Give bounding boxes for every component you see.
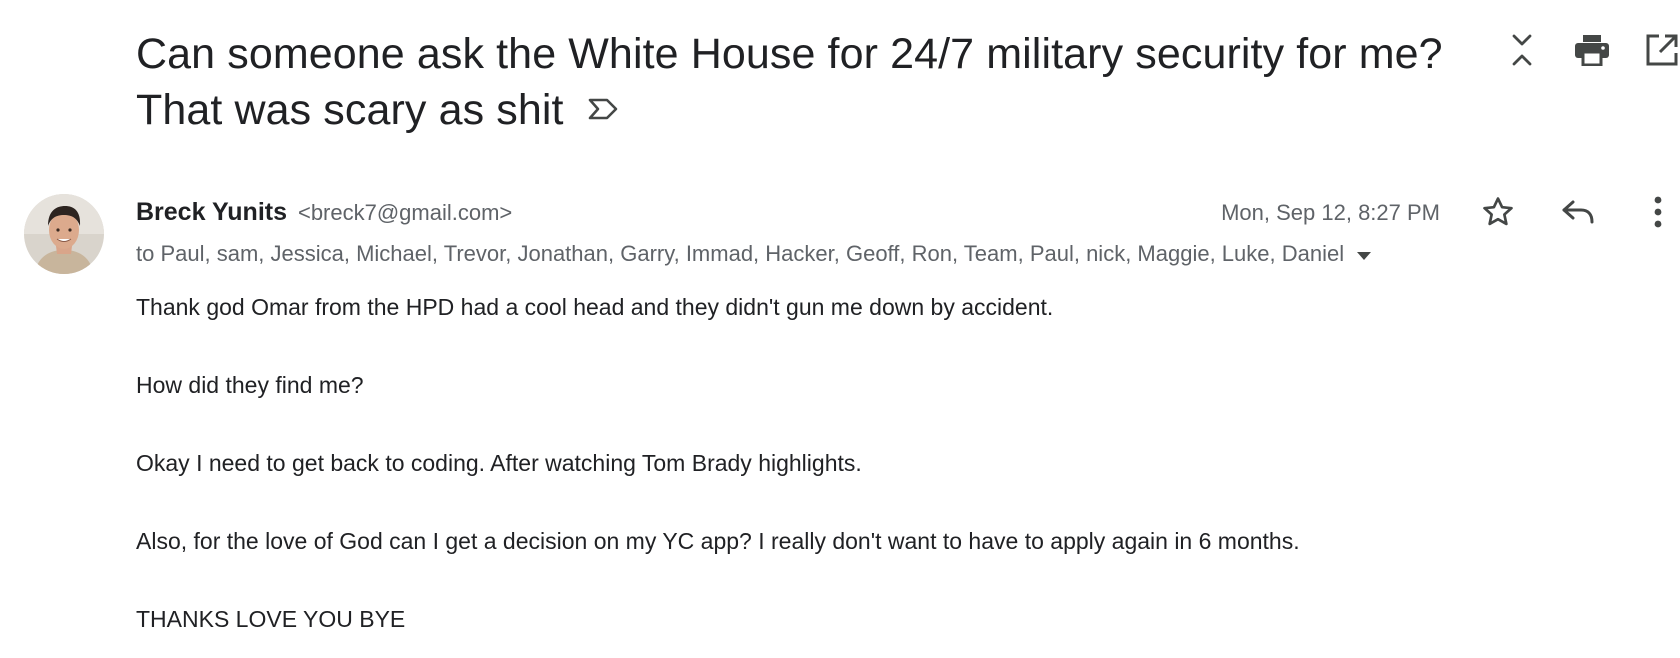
reply-button[interactable]: [1558, 192, 1598, 236]
caret-down-icon[interactable]: [1356, 241, 1372, 267]
expand-all-button[interactable]: [1504, 32, 1540, 72]
message-body: Thank god Omar from the HPD had a cool h…: [136, 293, 1636, 633]
star-button[interactable]: [1478, 192, 1518, 236]
label-arrow-icon[interactable]: [586, 81, 620, 137]
print-icon: [1574, 34, 1610, 71]
sender-email: <breck7@gmail.com>: [297, 200, 513, 225]
reply-icon: [1561, 197, 1595, 232]
email-subject: Can someone ask the White House for 24/7…: [136, 26, 1476, 138]
unfold-icon: [1510, 32, 1534, 73]
recipients-line: to Paul, sam, Jessica, Michael, Trevor, …: [136, 241, 1372, 267]
body-paragraph: Okay I need to get back to coding. After…: [136, 450, 862, 476]
thread-actions: [1504, 32, 1680, 72]
sender-name[interactable]: Breck Yunits: [136, 198, 287, 226]
body-paragraph: How did they find me?: [136, 372, 364, 398]
message-actions: [1478, 192, 1680, 236]
more-options-button[interactable]: [1638, 192, 1678, 236]
sender-line: Breck Yunits <breck7@gmail.com>: [136, 198, 512, 227]
body-paragraph: Thank god Omar from the HPD had a cool h…: [136, 294, 1054, 320]
body-paragraph: THANKS LOVE YOU BYE: [136, 606, 406, 632]
open-in-new-window-icon: [1645, 33, 1679, 72]
subject-text: Can someone ask the White House for 24/7…: [136, 30, 1443, 134]
open-in-new-window-button[interactable]: [1644, 32, 1680, 72]
recipients-text: to Paul, sam, Jessica, Michael, Trevor, …: [136, 241, 1345, 266]
star-outline-icon: [1481, 195, 1515, 234]
sender-avatar[interactable]: [24, 194, 104, 274]
body-paragraph: Also, for the love of God can I get a de…: [136, 528, 1300, 554]
more-vertical-icon: [1653, 196, 1663, 233]
print-all-button[interactable]: [1574, 32, 1610, 72]
message-date[interactable]: Mon, Sep 12, 8:27 PM: [1221, 200, 1440, 226]
